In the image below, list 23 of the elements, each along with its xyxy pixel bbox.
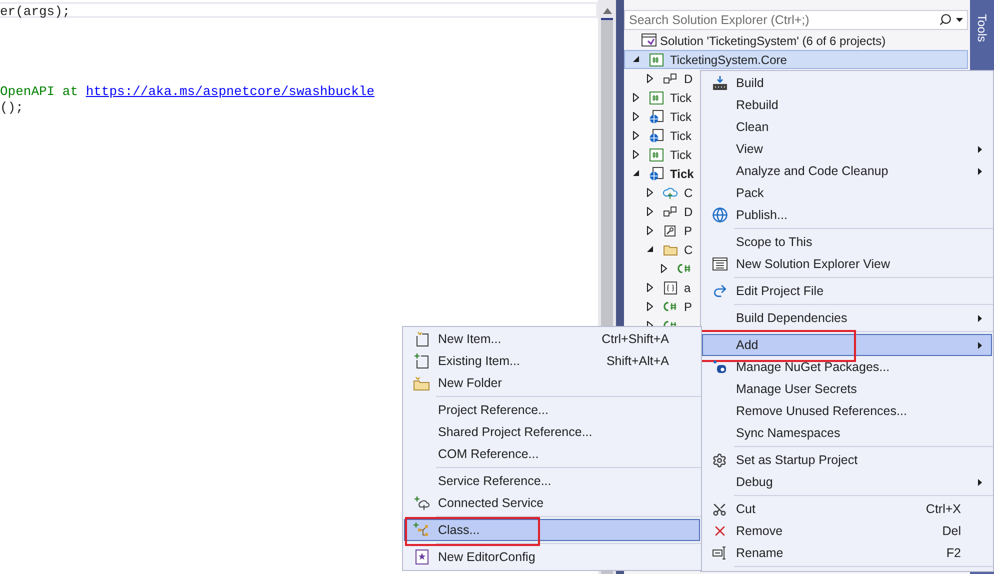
shortcut-text: Del — [942, 524, 962, 538]
code-text: (); — [0, 100, 24, 115]
shortcut-text: Ctrl+Shift+A — [602, 332, 670, 346]
tree-item-label: Solution 'TicketingSystem' (6 of 6 projects) — [660, 34, 886, 48]
side-tab-label: Tools — [975, 14, 989, 42]
tree-item-label: TicketingSystem.Core — [670, 52, 787, 66]
tree-item-label: Tick — [670, 90, 692, 104]
tree-item-label: C — [684, 186, 693, 200]
tree-item-label: D — [684, 72, 693, 86]
tree-item-label: Tick — [670, 128, 692, 142]
tree-item-label: Tick — [670, 166, 694, 180]
tree-item-label: a — [684, 280, 691, 294]
tree-item-label: Tick — [670, 110, 692, 124]
shortcut-text: F2 — [946, 546, 962, 560]
shortcut-text: Shift+Alt+A — [606, 354, 670, 368]
code-comment: OpenAPI at — [0, 84, 80, 99]
tree-item-label: C — [684, 242, 693, 256]
tree-item-label: P — [684, 300, 692, 314]
shortcut-text: Ctrl+X — [926, 502, 962, 516]
code-text: er(args); — [0, 4, 70, 19]
tree-item-label: D — [684, 204, 693, 218]
tree-item-label: P — [684, 224, 692, 238]
tree-item-label: Tick — [670, 148, 692, 162]
